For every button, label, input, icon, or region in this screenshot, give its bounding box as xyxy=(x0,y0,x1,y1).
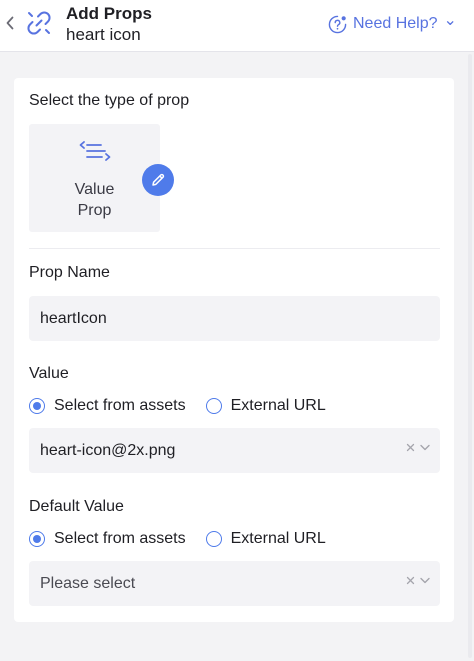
clear-icon[interactable] xyxy=(406,443,415,452)
page-title: Add Props xyxy=(66,4,152,23)
default-select-from-assets-radio[interactable]: Select from assets xyxy=(29,530,186,548)
clear-icon[interactable] xyxy=(406,576,415,585)
radio-label: External URL xyxy=(230,530,326,547)
back-button[interactable] xyxy=(2,12,18,34)
value-label: Value xyxy=(29,365,69,382)
prop-name-label: Prop Name xyxy=(29,264,110,281)
page-subtitle: heart icon xyxy=(66,25,141,44)
link-icon xyxy=(27,11,51,35)
value-asset-select[interactable]: heart-icon@2x.png xyxy=(29,428,440,473)
radio-checked-icon xyxy=(29,398,45,414)
default-value-label: Default Value xyxy=(29,498,124,515)
prop-type-label: Select the type of prop xyxy=(29,92,190,109)
need-help-link[interactable]: Need Help? ⌄ xyxy=(328,12,457,36)
props-form: Select the type of prop Value Prop Prop … xyxy=(14,78,454,622)
value-prop-label: Value Prop xyxy=(74,181,115,219)
prop-name-input[interactable]: heartIcon xyxy=(29,296,440,341)
radio-unchecked-icon xyxy=(205,398,222,414)
value-source-radio-group: Select from assets External URL xyxy=(29,395,326,417)
radio-label: Select from assets xyxy=(54,530,186,547)
value-asset-selected: heart-icon@2x.png xyxy=(40,441,176,459)
help-icon xyxy=(328,15,347,33)
default-value-source-radio-group: Select from assets External URL xyxy=(29,528,326,550)
value-external-url-radio[interactable]: External URL xyxy=(205,397,326,415)
chevron-left-icon xyxy=(6,16,14,30)
value-lines-icon xyxy=(79,141,111,161)
vertical-scrollbar[interactable] xyxy=(468,54,472,658)
radio-label: Select from assets xyxy=(54,397,186,414)
chevron-down-icon: ⌄ xyxy=(443,12,457,29)
default-value-placeholder: Please select xyxy=(40,574,136,592)
chevron-down-icon[interactable] xyxy=(419,576,431,585)
header-bar: Add Props heart icon Need Help? ⌄ xyxy=(0,0,474,52)
radio-label: External URL xyxy=(230,397,326,414)
value-prop-card[interactable]: Value Prop xyxy=(29,124,160,232)
pencil-icon xyxy=(152,173,165,186)
value-select-from-assets-radio[interactable]: Select from assets xyxy=(29,397,186,415)
radio-checked-icon xyxy=(29,531,45,547)
default-external-url-radio[interactable]: External URL xyxy=(205,530,326,548)
edit-prop-type-button[interactable] xyxy=(142,164,174,196)
section-divider xyxy=(29,248,440,249)
need-help-label: Need Help? xyxy=(353,15,438,32)
prop-name-value: heartIcon xyxy=(40,309,107,327)
default-value-select[interactable]: Please select xyxy=(29,561,440,606)
chevron-down-icon[interactable] xyxy=(419,443,431,452)
radio-unchecked-icon xyxy=(205,531,222,547)
